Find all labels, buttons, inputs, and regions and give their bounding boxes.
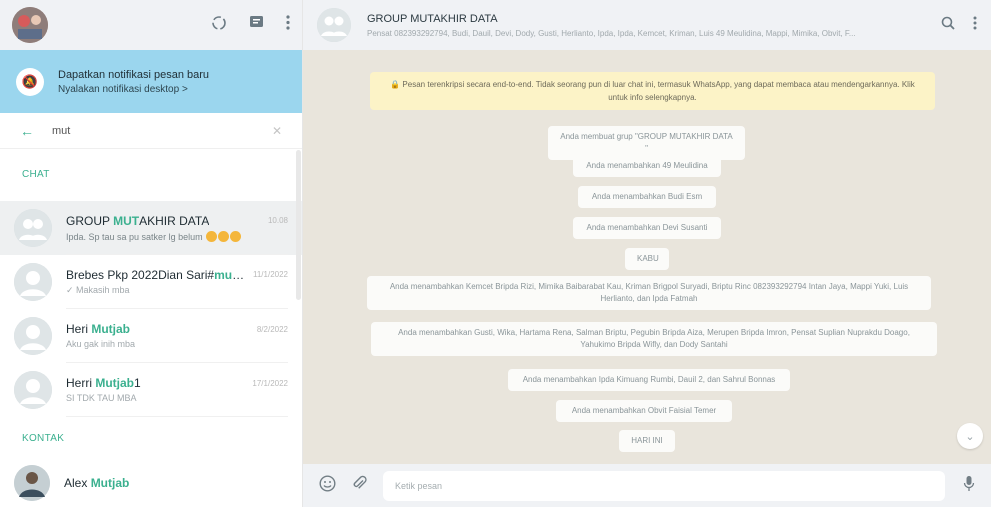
group-avatar[interactable] [317, 8, 351, 42]
chat-row[interactable]: Brebes Pkp 2022Dian Sari#mutia... 11/1/2… [0, 255, 302, 309]
chat-row[interactable]: Heri Mutjab 8/2/2022 Aku gak inih mba [0, 309, 302, 363]
scroll-down-icon[interactable]: ⌄ [957, 423, 983, 449]
system-message: Anda menambahkan 49 Meulidina [573, 155, 721, 177]
chat-time: 10.08 [267, 216, 288, 225]
new-chat-icon[interactable] [249, 15, 264, 35]
chat-row[interactable]: GROUP MUTAKHIR DATA 10.08 Ipda. Sp tau s… [0, 201, 302, 255]
attach-icon[interactable] [352, 475, 367, 497]
notification-title: Dapatkan notifikasi pesan baru [58, 68, 210, 81]
contact-row[interactable]: Alex Mutjab [0, 461, 302, 505]
section-header-chat: CHAT [22, 169, 50, 180]
conversation-header[interactable]: GROUP MUTAKHIR DATA Pensat 082393292794,… [303, 0, 991, 50]
clear-search-icon[interactable]: ✕ [272, 124, 282, 138]
back-arrow-icon[interactable]: ← [20, 123, 34, 139]
menu-icon[interactable] [973, 16, 977, 34]
contact-name: Alex Mutjab [64, 476, 130, 490]
chat-name: Heri Mutjab [66, 322, 131, 336]
system-message: Anda menambahkan Devi Susanti [573, 217, 721, 239]
search-bar: ← mut ✕ [0, 113, 302, 149]
system-message: Anda menambahkan Kemcet Bripda Rizi, Mim… [367, 276, 931, 310]
section-header-contacts: KONTAK [22, 433, 65, 444]
menu-icon[interactable] [286, 15, 290, 35]
emoji-icon [206, 230, 218, 242]
chat-last-message: ✓ Makasih mba [66, 284, 130, 295]
message-composer: Ketik pesan [303, 464, 991, 507]
profile-avatar[interactable] [12, 7, 48, 43]
message-input[interactable]: Ketik pesan [383, 470, 945, 501]
chat-time: 8/2/2022 [256, 324, 288, 334]
chat-results: GROUP MUTAKHIR DATA 10.08 Ipda. Sp tau s… [0, 201, 302, 417]
chat-last-message: SI TDK TAU MBA [66, 393, 137, 403]
search-input[interactable]: mut [52, 125, 70, 137]
chat-name: Brebes Pkp 2022Dian Sari#mutia... [66, 267, 247, 282]
conversation-panel: GROUP MUTAKHIR DATA Pensat 082393292794,… [303, 0, 991, 507]
participants-list: Pensat 082393292794, Budi, Dauil, Devi, … [367, 28, 856, 38]
microphone-icon[interactable] [963, 475, 975, 497]
emoji-icon[interactable] [319, 474, 336, 497]
system-message: Anda menambahkan Budi Esm [578, 186, 716, 208]
status-icon[interactable] [211, 15, 227, 36]
encryption-notice[interactable]: 🔒 Pesan terenkripsi secara end-to-end. T… [370, 72, 935, 110]
emoji-icon [218, 230, 230, 242]
chat-list-scrollbar[interactable] [296, 150, 301, 300]
contact-avatar [14, 263, 52, 301]
contact-avatar [14, 371, 52, 409]
emoji-icon [230, 230, 242, 242]
left-header [0, 0, 302, 50]
chat-list-panel: 🔕 Dapatkan notifikasi pesan baru Nyalaka… [0, 0, 303, 507]
contact-avatar [14, 465, 50, 501]
system-message: Anda menambahkan Obvit Faisial Temer [556, 400, 732, 422]
system-message: KABU [625, 248, 669, 270]
chat-name: Herri Mutjab1 [66, 376, 141, 390]
chat-name: GROUP MUTAKHIR DATA [66, 213, 210, 228]
system-message: Anda menambahkan Gusti, Wika, Hartama Re… [371, 322, 937, 356]
search-icon[interactable] [941, 16, 955, 34]
chat-time: 11/1/2022 [253, 270, 288, 279]
notification-bell-icon: 🔕 [16, 67, 44, 96]
contact-avatar [14, 317, 52, 355]
chat-row[interactable]: Herri Mutjab1 17/1/2022 SI TDK TAU MBA [0, 363, 302, 417]
conversation-title: GROUP MUTAKHIR DATA [367, 12, 498, 25]
chat-time: 17/1/2022 [252, 378, 288, 388]
notification-enable-link[interactable]: Nyalakan notifikasi desktop > [58, 84, 209, 95]
date-divider: HARI INI [619, 430, 675, 452]
group-avatar [14, 209, 52, 247]
system-message: Anda menambahkan Ipda Kimuang Rumbi, Dau… [508, 369, 790, 391]
notification-banner[interactable]: 🔕 Dapatkan notifikasi pesan baru Nyalaka… [0, 50, 302, 113]
whatsapp-web-app: 🔕 Dapatkan notifikasi pesan baru Nyalaka… [0, 0, 991, 507]
chat-last-message: Ipda. Sp tau sa pu satker lg belum [66, 230, 288, 242]
chat-last-message: Aku gak inih mba [66, 339, 136, 349]
